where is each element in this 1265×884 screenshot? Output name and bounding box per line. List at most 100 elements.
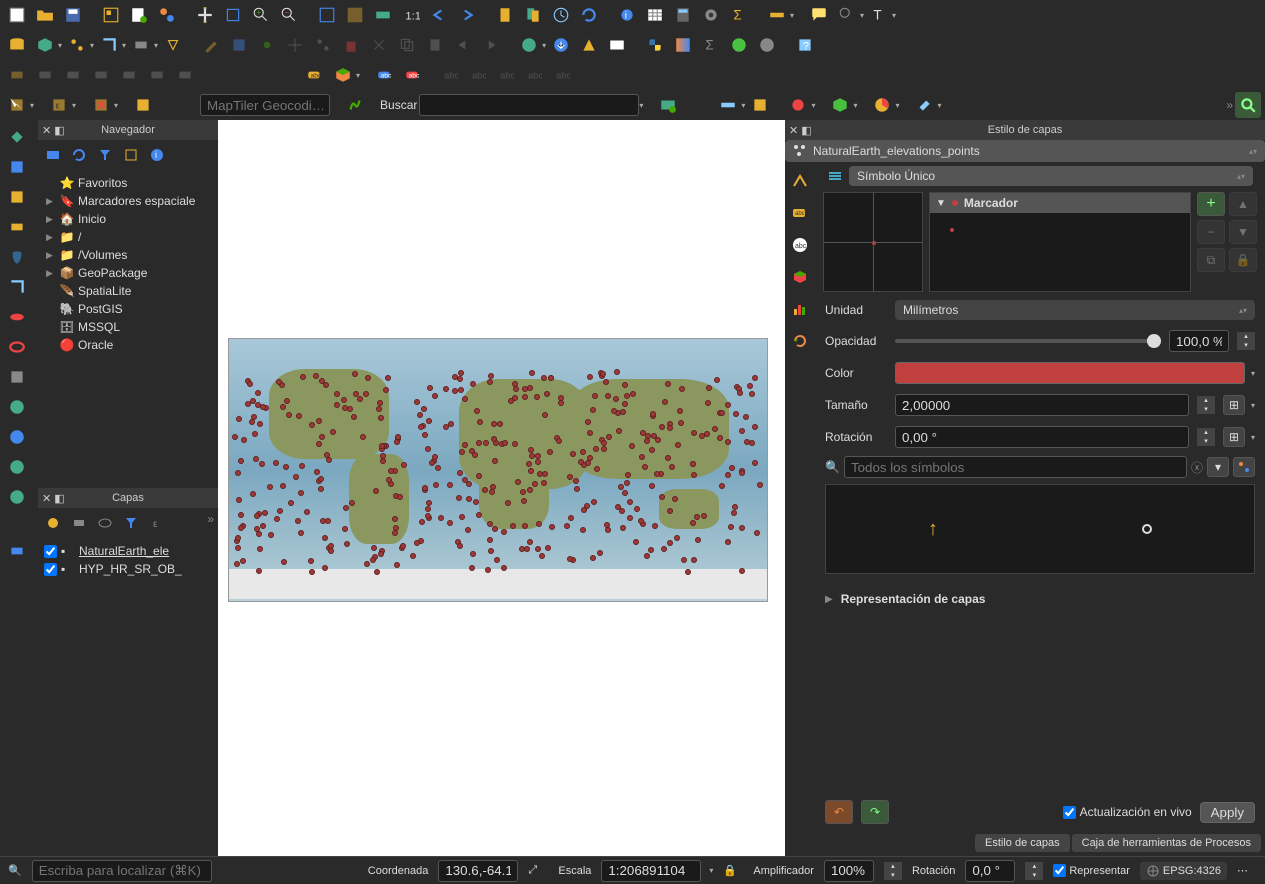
add-wms-icon[interactable]	[2, 394, 32, 420]
symbol-search-input[interactable]	[844, 456, 1187, 478]
color-picker[interactable]	[895, 362, 1245, 384]
unit-combo[interactable]: Milímetros▴▾	[895, 300, 1255, 320]
move-down-button[interactable]: ▼	[1229, 220, 1257, 244]
undock-layers-icon[interactable]: ◧	[54, 492, 64, 505]
cube-icon[interactable]	[827, 92, 853, 118]
undock-style-icon[interactable]: ◧	[801, 124, 811, 137]
nav-item-spatialite[interactable]: 🪶SpatiaLite	[42, 282, 214, 300]
label-tool-4-icon[interactable]	[88, 62, 114, 88]
tab-style[interactable]: Estilo de capas	[975, 834, 1070, 852]
select-features-icon[interactable]	[4, 92, 30, 118]
text-annotation-icon[interactable]: T	[866, 2, 892, 28]
symbol-view-button[interactable]: ▾	[1207, 457, 1229, 477]
rotate-label-icon[interactable]: abc	[494, 62, 520, 88]
new-bookmark-icon[interactable]	[492, 2, 518, 28]
close-panel-icon[interactable]: ✕	[42, 124, 51, 137]
locator-input[interactable]	[32, 860, 212, 882]
toolbox-icon[interactable]	[698, 2, 724, 28]
symbol-type-combo[interactable]: Símbolo Único ▴▾	[849, 166, 1253, 186]
label-tool-6-icon[interactable]	[144, 62, 170, 88]
rotation-override-button[interactable]: ⊞	[1223, 427, 1245, 447]
layer-item[interactable]: ▪HYP_HR_SR_OB_	[42, 560, 214, 578]
layer-item[interactable]: ▪NaturalEarth_ele	[42, 542, 214, 560]
pan-selection-icon[interactable]	[220, 2, 246, 28]
highlight-label-icon[interactable]: abc	[372, 62, 398, 88]
undo-style-button[interactable]: ↶	[825, 800, 853, 824]
layer-expr-icon[interactable]: ε	[146, 512, 168, 534]
symbol-layer-tree[interactable]: ▼ Marcador	[929, 192, 1191, 292]
field-calc-icon[interactable]	[670, 2, 696, 28]
add-vector-icon[interactable]	[2, 124, 32, 150]
new-virtual-icon[interactable]	[160, 32, 186, 58]
live-update-checkbox[interactable]	[1063, 806, 1076, 819]
mesh-icon[interactable]	[754, 32, 780, 58]
style-layer-selector[interactable]: NaturalEarth_elevations_points ▴▾	[785, 140, 1265, 162]
zoom-in-icon[interactable]: +	[248, 2, 274, 28]
edit-pencil-icon[interactable]	[198, 32, 224, 58]
lock-button[interactable]: 🔒	[1229, 248, 1257, 272]
pan-icon[interactable]	[192, 2, 218, 28]
navigator-tree[interactable]: ⭐Favoritos▶🔖Marcadores espaciale▶🏠Inicio…	[38, 170, 218, 488]
change-label-icon[interactable]: abc	[522, 62, 548, 88]
add-mssql-icon[interactable]	[2, 304, 32, 330]
raster-toolbar-1-icon[interactable]	[715, 92, 741, 118]
python-icon[interactable]	[642, 32, 668, 58]
move-feature-icon[interactable]	[282, 32, 308, 58]
zoom-full-icon[interactable]	[314, 2, 340, 28]
eraser-icon[interactable]	[911, 92, 937, 118]
add-pg-icon[interactable]	[2, 244, 32, 270]
messages-icon[interactable]: ⋯	[1237, 864, 1257, 877]
new-layout-icon[interactable]	[126, 2, 152, 28]
diagrams-icon[interactable]	[787, 296, 813, 322]
add-basemap-icon[interactable]	[655, 92, 681, 118]
pie-icon[interactable]	[869, 92, 895, 118]
style-manager-icon[interactable]	[154, 2, 180, 28]
coord-input[interactable]	[438, 860, 518, 882]
locator-search-icon[interactable]	[1235, 92, 1261, 118]
node-tool-icon[interactable]	[310, 32, 336, 58]
zoom-layer-icon[interactable]	[370, 2, 396, 28]
temporal-icon[interactable]	[548, 2, 574, 28]
undock-panel-icon[interactable]: ◧	[54, 124, 64, 137]
add-mesh-icon[interactable]	[2, 184, 32, 210]
layer-filter-icon[interactable]	[120, 512, 142, 534]
raster-toolbar-2-icon[interactable]	[747, 92, 773, 118]
nav-refresh-icon[interactable]	[68, 144, 90, 166]
delete-selected-icon[interactable]	[338, 32, 364, 58]
layer-visibility-icon[interactable]	[94, 512, 116, 534]
label-tool-7-icon[interactable]	[172, 62, 198, 88]
sigma-icon[interactable]: Σ	[698, 32, 724, 58]
add-raster-icon[interactable]	[2, 154, 32, 180]
nav-item-mssql[interactable]: 🗄MSSQL	[42, 318, 214, 336]
label-tool-2-icon[interactable]	[32, 62, 58, 88]
measure-icon[interactable]	[764, 2, 790, 28]
lock-scale-icon[interactable]: 🔒	[723, 864, 743, 877]
coords-icon[interactable]	[604, 32, 630, 58]
size-input[interactable]	[895, 394, 1189, 416]
size-override-button[interactable]: ⊞	[1223, 395, 1245, 415]
cut-icon[interactable]	[366, 32, 392, 58]
save-icon[interactable]	[60, 2, 86, 28]
clear-search-icon[interactable]: ⓧ	[1191, 459, 1203, 476]
opacity-slider[interactable]	[895, 339, 1161, 343]
opacity-input[interactable]	[1169, 330, 1229, 352]
add-delimited-icon[interactable]	[2, 214, 32, 240]
rotation-input[interactable]	[895, 426, 1189, 448]
nav-filter-icon[interactable]	[94, 144, 116, 166]
maptiler-icon[interactable]	[342, 92, 368, 118]
label-tool-5-icon[interactable]	[116, 62, 142, 88]
tab-processing[interactable]: Caja de herramientas de Procesos	[1072, 834, 1261, 852]
crs-button[interactable]: EPSG:4326	[1140, 862, 1227, 880]
identify-icon[interactable]: i	[614, 2, 640, 28]
osm-download-icon[interactable]	[548, 32, 574, 58]
redo-style-button[interactable]: ↷	[861, 800, 889, 824]
add-layer-icon[interactable]	[42, 144, 64, 166]
remove-symbol-layer-button[interactable]: −	[1197, 220, 1225, 244]
render-checkbox[interactable]	[1053, 864, 1066, 877]
move-label-icon[interactable]: abc	[466, 62, 492, 88]
masks-abc-icon[interactable]: abc	[787, 232, 813, 258]
blue-rect-icon[interactable]	[2, 538, 32, 564]
stats-icon[interactable]: Σ	[726, 2, 752, 28]
add-xyz-icon[interactable]	[2, 424, 32, 450]
nav-item-[interactable]: ▶📁/	[42, 228, 214, 246]
